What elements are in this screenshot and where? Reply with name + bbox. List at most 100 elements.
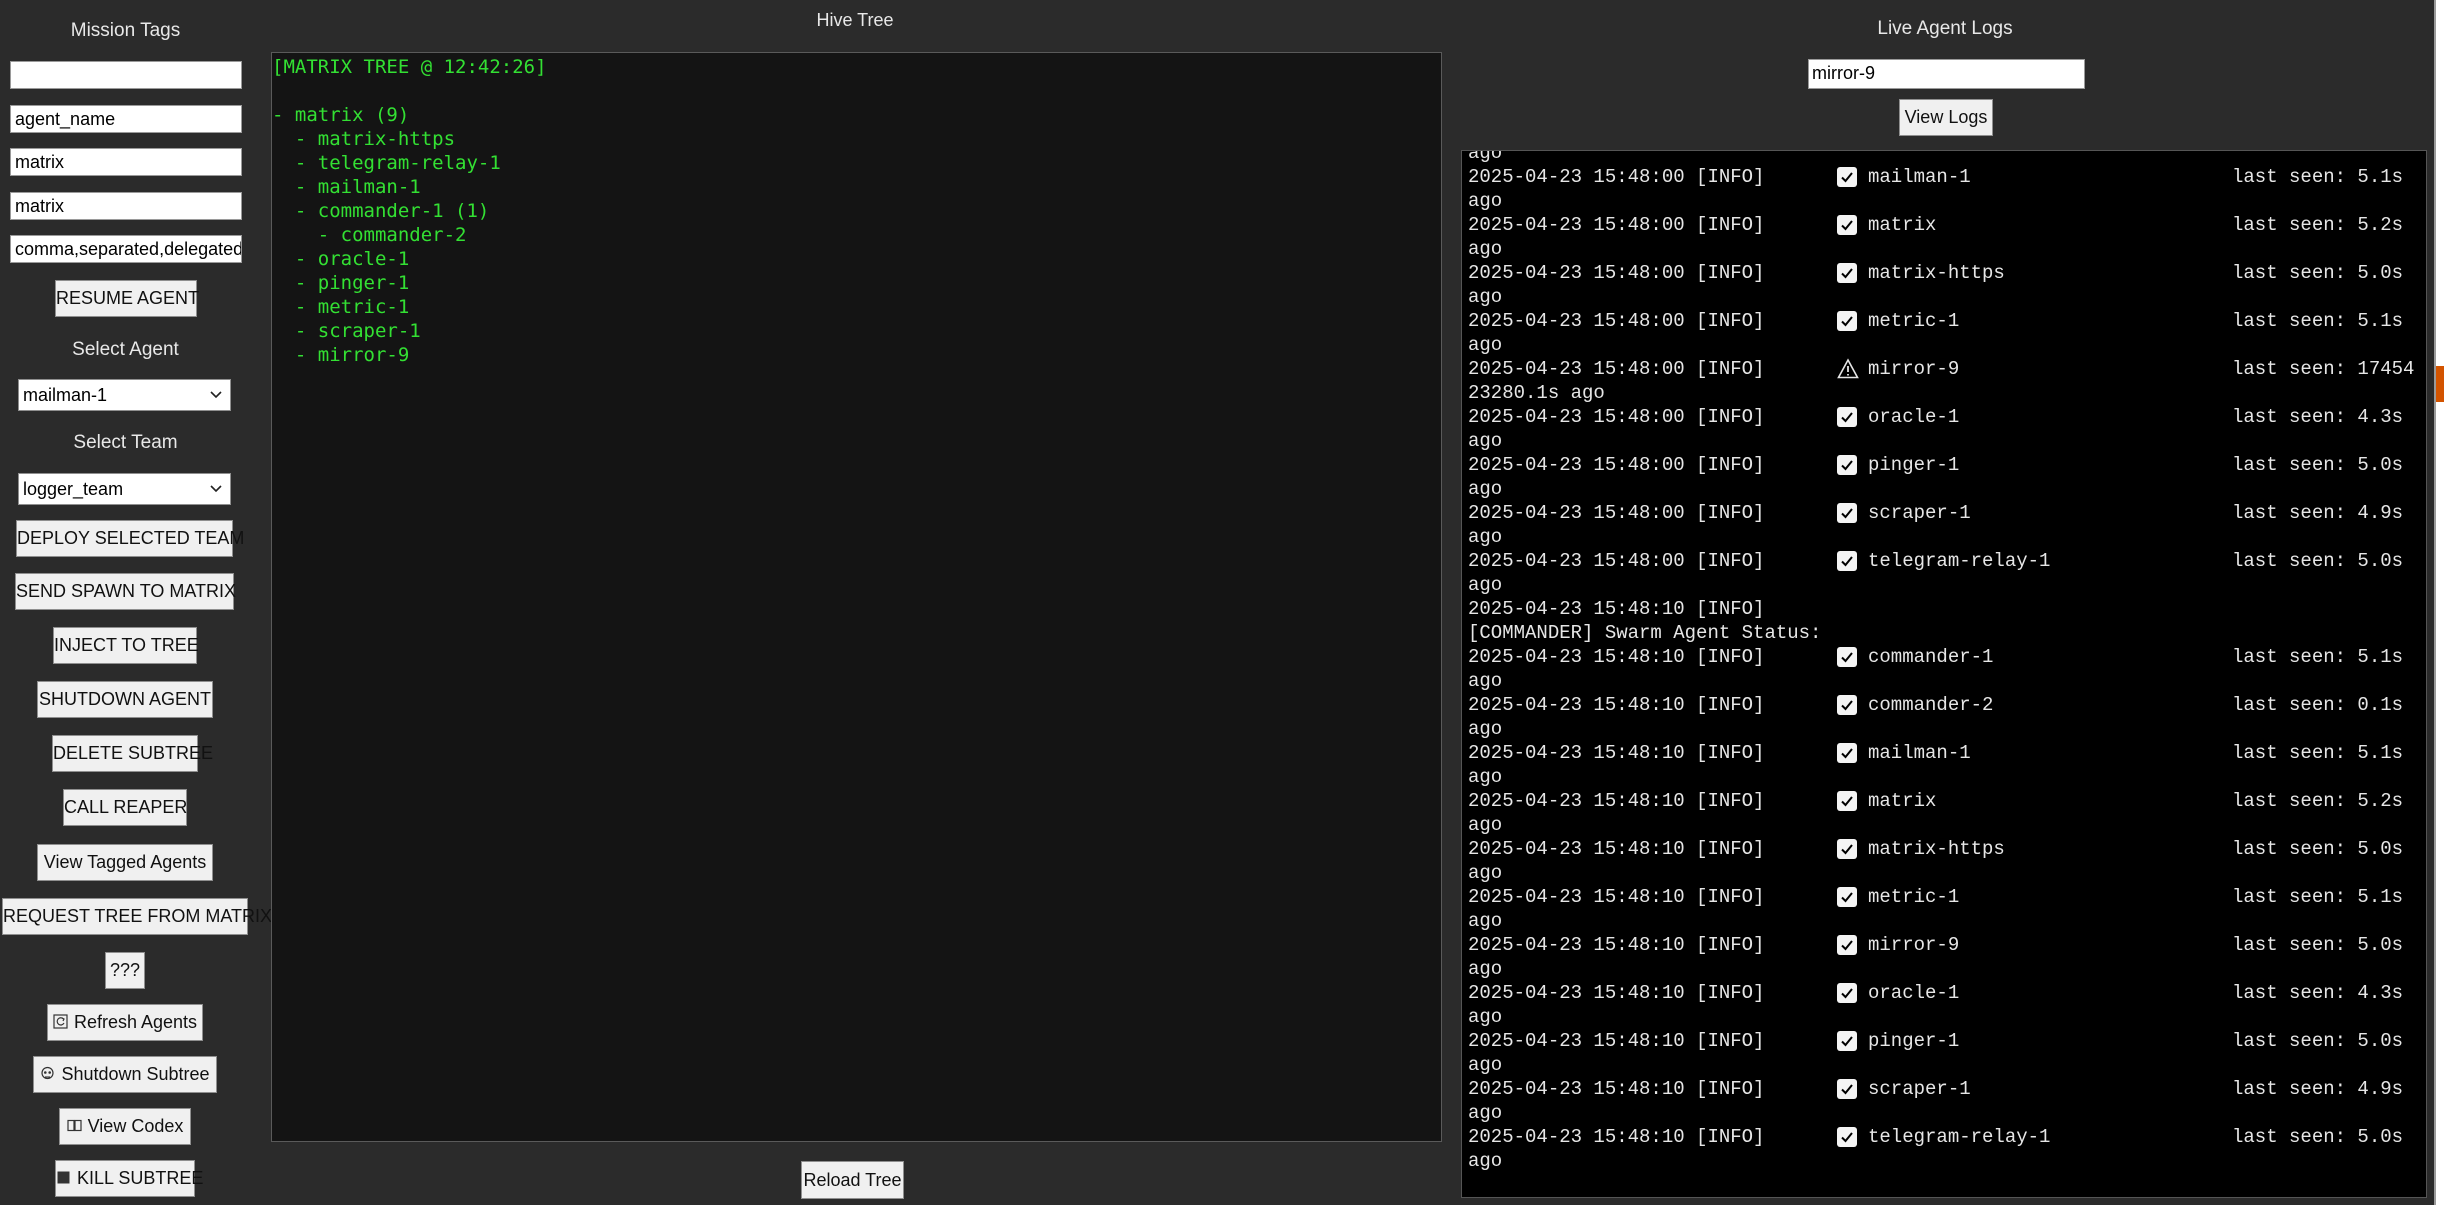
log-text-line: ago bbox=[1468, 477, 1502, 501]
log-last-seen: last seen: 4.3s bbox=[2232, 406, 2404, 428]
shutdown-subtree-label: Shutdown Subtree bbox=[61, 1064, 210, 1084]
log-agent-name: oracle-1 bbox=[1868, 406, 1960, 428]
resume-agent-button[interactable]: RESUME AGENT bbox=[55, 280, 199, 317]
delegated-input[interactable]: comma,separated,delegated bbox=[10, 235, 242, 263]
check-icon bbox=[1837, 791, 1857, 811]
log-text: ago bbox=[1468, 334, 1503, 356]
log-timestamp: 2025-04-23 15:48:10 [INFO] bbox=[1468, 838, 1765, 860]
log-last-seen: last seen: 5.1s bbox=[2232, 646, 2404, 668]
skull-icon bbox=[41, 1066, 55, 1080]
shutdown-agent-button[interactable]: SHUTDOWN AGENT bbox=[37, 681, 213, 718]
log-agent-name: scraper-1 bbox=[1868, 502, 1971, 524]
agent-select[interactable]: mailman-1 bbox=[18, 379, 231, 411]
log-last-seen: last seen: 4.3s bbox=[2232, 982, 2404, 1004]
log-text-line: ago bbox=[1468, 1149, 1502, 1173]
check-icon bbox=[1837, 407, 1857, 427]
view-codex-button[interactable]: View Codex bbox=[59, 1108, 191, 1145]
tree-node: - mirror-9 bbox=[272, 344, 410, 366]
view-logs-button[interactable]: View Logs bbox=[1899, 99, 1993, 136]
shutdown-subtree-button[interactable]: Shutdown Subtree bbox=[33, 1056, 217, 1093]
kill-subtree-button[interactable]: KILL SUBTREE bbox=[55, 1160, 203, 1197]
log-text-line: ago bbox=[1468, 1005, 1502, 1029]
log-last-seen: last seen: 5.1s bbox=[2232, 742, 2404, 764]
tree-node: - pinger-1 bbox=[272, 272, 410, 294]
log-last-seen: last seen: 5.0s bbox=[2232, 262, 2404, 284]
log-text: ago bbox=[1468, 1150, 1503, 1172]
universal-id-input[interactable]: matrix bbox=[10, 148, 242, 176]
log-last-seen: last seen: 5.2s bbox=[2232, 790, 2404, 812]
log-last-seen: last seen: 5.0s bbox=[2232, 1030, 2404, 1052]
log-text: ago bbox=[1468, 958, 1503, 980]
target-universal-id-input[interactable]: matrix bbox=[10, 192, 242, 220]
book-icon bbox=[67, 1119, 82, 1132]
warning-icon bbox=[1837, 358, 1859, 379]
log-timestamp: 2025-04-23 15:48:00 [INFO] bbox=[1468, 166, 1765, 188]
mission-tag-input[interactable] bbox=[10, 61, 242, 89]
deploy-team-button[interactable]: DEPLOY SELECTED TEAM bbox=[16, 520, 244, 557]
log-timestamp: 2025-04-23 15:48:00 [INFO] bbox=[1468, 214, 1765, 236]
log-text-line: ago bbox=[1468, 1053, 1502, 1077]
tree-node: - mailman-1 bbox=[272, 176, 421, 198]
refresh-agents-label: Refresh Agents bbox=[73, 1012, 198, 1032]
mission-tags-title: Mission Tags bbox=[70, 20, 181, 41]
log-agent-filter-input[interactable]: mirror-9 bbox=[1808, 59, 2085, 89]
log-timestamp: 2025-04-23 15:48:10 [INFO] bbox=[1468, 1078, 1765, 1100]
inject-to-tree-button[interactable]: INJECT TO TREE bbox=[53, 627, 199, 664]
tree-node: - commander-1 (1) bbox=[272, 200, 490, 222]
log-last-seen: last seen: 5.2s bbox=[2232, 214, 2404, 236]
check-icon bbox=[1837, 887, 1857, 907]
log-text-line: [COMMANDER] Swarm Agent Status: bbox=[1468, 621, 1821, 645]
select-team-label: Select Team bbox=[73, 432, 178, 453]
log-timestamp: 2025-04-23 15:48:00 [INFO] bbox=[1468, 502, 1765, 524]
log-text: 23280.1s ago bbox=[1468, 382, 1605, 404]
log-agent-name: commander-1 bbox=[1868, 646, 1994, 668]
select-agent-label: Select Agent bbox=[72, 339, 179, 360]
log-timestamp: 2025-04-23 15:48:00 [INFO] bbox=[1468, 454, 1765, 476]
log-last-seen: last seen: 5.1s bbox=[2232, 310, 2404, 332]
log-text: ago bbox=[1468, 286, 1503, 308]
log-timestamp: 2025-04-23 15:48:10 [INFO] bbox=[1468, 1030, 1765, 1052]
check-icon bbox=[1837, 839, 1857, 859]
log-text-line: ago bbox=[1468, 333, 1502, 357]
check-icon bbox=[1837, 551, 1857, 571]
tree-node: - matrix (9) bbox=[272, 104, 410, 126]
log-text: ago bbox=[1468, 478, 1503, 500]
log-text: ago bbox=[1468, 1006, 1503, 1028]
log-timestamp: 2025-04-23 15:48:00 [INFO] bbox=[1468, 310, 1765, 332]
log-last-seen: last seen: 5.1s bbox=[2232, 886, 2404, 908]
log-text-line: ago bbox=[1468, 1101, 1502, 1125]
log-agent-name: matrix bbox=[1868, 214, 1937, 236]
tree-node: - metric-1 bbox=[272, 296, 410, 318]
team-select[interactable]: logger_team bbox=[18, 473, 231, 505]
log-timestamp: 2025-04-23 15:48:10 [INFO] bbox=[1468, 742, 1765, 764]
log-text-line: ago bbox=[1468, 429, 1502, 453]
call-reaper-button[interactable]: CALL REAPER bbox=[63, 789, 187, 826]
view-tagged-agents-button[interactable]: View Tagged Agents bbox=[37, 844, 213, 881]
log-text-line: ago bbox=[1468, 765, 1502, 789]
hive-tree-view[interactable]: [MATRIX TREE @ 12:42:26] - matrix (9) - m… bbox=[271, 52, 1442, 1142]
window-edge-border bbox=[2434, 0, 2436, 1205]
request-tree-button[interactable]: REQUEST TREE FROM MATRIX bbox=[2, 898, 272, 935]
live-agent-logs-title: Live Agent Logs bbox=[1877, 18, 2013, 39]
delete-subtree-button[interactable]: DELETE SUBTREE bbox=[52, 735, 213, 772]
reload-tree-button[interactable]: Reload Tree bbox=[801, 1161, 904, 1199]
check-icon bbox=[1837, 1079, 1857, 1099]
refresh-agents-button[interactable]: Refresh Agents bbox=[47, 1004, 203, 1041]
stop-square-icon bbox=[57, 1171, 70, 1184]
agent-name-input[interactable]: agent_name bbox=[10, 105, 242, 133]
log-text: [COMMANDER] Swarm Agent Status: bbox=[1468, 622, 1822, 644]
log-last-seen: last seen: 0.1s bbox=[2232, 694, 2404, 716]
log-timestamp: 2025-04-23 15:48:10 [INFO] bbox=[1468, 598, 1765, 620]
log-last-seen: last seen: 5.0s bbox=[2232, 550, 2404, 572]
mystery-button[interactable]: ??? bbox=[105, 952, 145, 989]
log-agent-name: oracle-1 bbox=[1868, 982, 1960, 1004]
log-agent-name: pinger-1 bbox=[1868, 454, 1960, 476]
team-select-value: logger_team bbox=[23, 479, 124, 499]
send-spawn-button[interactable]: SEND SPAWN TO MATRIX bbox=[15, 573, 236, 610]
log-last-seen: last seen: 5.0s bbox=[2232, 1126, 2404, 1148]
log-text: ago bbox=[1468, 910, 1503, 932]
log-text-line: ago bbox=[1468, 151, 1502, 165]
log-text-line: ago bbox=[1468, 237, 1502, 261]
log-output[interactable]: ago 2025-04-23 15:48:00 [INFO] mailman-1 la… bbox=[1461, 150, 2427, 1198]
log-text: ago bbox=[1468, 718, 1503, 740]
